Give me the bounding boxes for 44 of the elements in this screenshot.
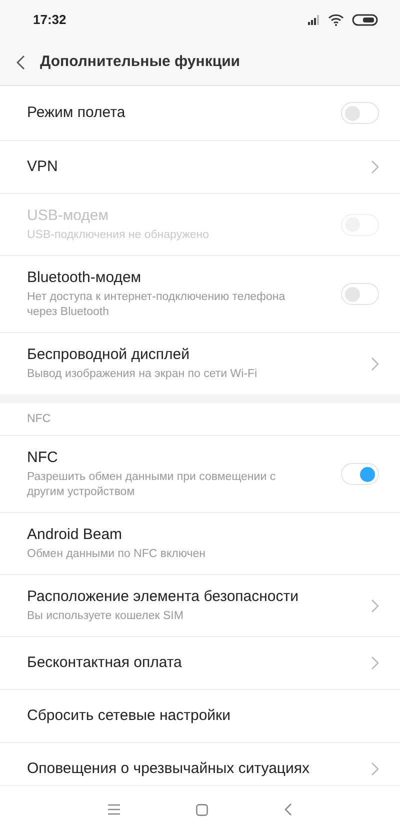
row-subtitle: Вывод изображения на экран по сети Wi-Fi bbox=[27, 367, 258, 382]
chevron-right-icon bbox=[371, 656, 379, 670]
settings-row[interactable]: Bluetooth-модем Нет доступа к интернет-подключению телефона через Bluetooth bbox=[0, 256, 400, 333]
settings-row[interactable]: VPN bbox=[0, 141, 400, 194]
row-title: Оповещения о чрезвычайных ситуациях bbox=[27, 759, 310, 779]
back-icon[interactable] bbox=[284, 803, 292, 816]
back-icon[interactable] bbox=[16, 55, 25, 70]
row-title: Беспроводной дисплей bbox=[27, 345, 190, 365]
status-time: 17:32 bbox=[33, 11, 66, 30]
row-subtitle: Разрешить обмен данными при совмещении с другим устройством bbox=[27, 470, 277, 500]
settings-row[interactable]: Сбросить сетевые настройки bbox=[0, 690, 400, 743]
row-title: VPN bbox=[27, 157, 58, 177]
page-title: Дополнительные функции bbox=[40, 52, 240, 72]
settings-row[interactable]: Бесконтактная оплата bbox=[0, 637, 400, 690]
chevron-right-icon bbox=[371, 356, 379, 370]
chevron-right-icon bbox=[371, 598, 379, 612]
toggle-switch[interactable] bbox=[341, 463, 379, 485]
toggle-switch[interactable] bbox=[341, 283, 379, 305]
wifi-icon bbox=[328, 14, 344, 26]
row-subtitle: Обмен данными по NFC включен bbox=[27, 547, 206, 562]
battery-icon bbox=[352, 14, 378, 26]
row-title: Bluetooth-модем bbox=[27, 268, 142, 288]
settings-row[interactable]: Беспроводной дисплей Вывод изображения на экран по сети Wi-Fi bbox=[0, 333, 400, 394]
signal-icon bbox=[308, 15, 320, 25]
row-title: Android Beam bbox=[27, 525, 124, 545]
menu-icon[interactable] bbox=[108, 804, 120, 815]
chevron-right-icon bbox=[371, 160, 379, 174]
row-subtitle: Нет доступа к интернет-подключению телефона через Bluetooth bbox=[27, 290, 286, 320]
row-title: Бесконтактная оплата bbox=[27, 653, 182, 673]
settings-row[interactable]: Оповещения о чрезвычайных ситуациях bbox=[0, 743, 400, 785]
home-icon[interactable] bbox=[196, 804, 208, 816]
toggle-switch[interactable] bbox=[341, 102, 379, 124]
settings-row[interactable]: Режим полета bbox=[0, 86, 400, 141]
row-title: Расположение элемента безопасности bbox=[27, 587, 299, 607]
row-subtitle: Вы используете кошелек SIM bbox=[27, 609, 184, 624]
row-title: Режим полета bbox=[27, 103, 126, 123]
settings-row[interactable]: Android Beam Обмен данными по NFC включен bbox=[0, 513, 400, 575]
row-title: Сбросить сетевые настройки bbox=[27, 706, 230, 726]
chevron-right-icon bbox=[371, 762, 379, 776]
section-heading: NFC bbox=[27, 412, 51, 426]
row-title: USB-модем bbox=[27, 206, 110, 226]
settings-row[interactable]: NFC Разрешить обмен данными при совмещении с другим устройством bbox=[0, 436, 400, 513]
settings-row[interactable]: Расположение элемента безопасности Вы используете кошелек SIM bbox=[0, 575, 400, 637]
row-title: NFC bbox=[27, 448, 59, 468]
